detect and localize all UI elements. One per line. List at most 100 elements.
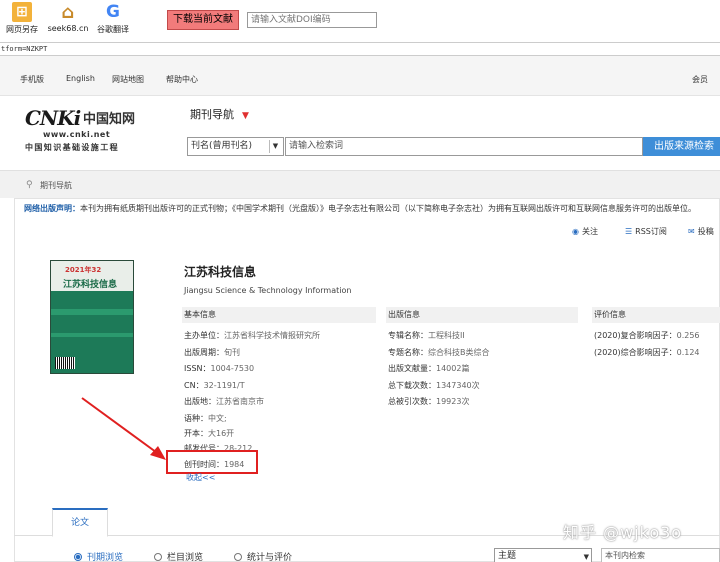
journal-nav-menu[interactable]: 期刊导航 ▼ bbox=[190, 106, 249, 122]
doi-input[interactable] bbox=[247, 12, 377, 28]
download-current-button[interactable]: 下载当前文献 bbox=[167, 10, 239, 30]
url-bar[interactable]: tform=NZKPT bbox=[0, 42, 720, 56]
founded-highlight-box bbox=[166, 450, 258, 474]
radio-label: 刊期浏览 bbox=[87, 553, 124, 562]
collapse-link[interactable]: 收起<< bbox=[186, 472, 215, 483]
field-value: 工程科技II bbox=[428, 331, 465, 340]
field-key: 出版地： bbox=[184, 397, 216, 406]
chevron-down-icon: ▼ bbox=[269, 140, 281, 153]
field-value: 中文; bbox=[208, 414, 227, 423]
cover-stripe bbox=[51, 309, 133, 315]
field-topic: 专题名称：综合科技B类综合 bbox=[388, 347, 490, 358]
field-composite-if: (2020)复合影响因子：0.256 bbox=[594, 330, 700, 341]
field-downloads: 总下载次数：1347340次 bbox=[388, 380, 480, 391]
field-key: (2020)复合影响因子： bbox=[594, 331, 677, 340]
google-icon: G bbox=[103, 2, 123, 22]
journal-nav-label: 期刊导航 bbox=[190, 108, 234, 121]
follow-button[interactable]: ◉ 关注 bbox=[572, 226, 598, 237]
field-sponsor: 主办单位：江苏省科学技术情报研究所 bbox=[184, 330, 320, 341]
breadcrumb-journal-nav[interactable]: 期刊导航 bbox=[40, 180, 72, 191]
rss-label: RSS订阅 bbox=[635, 227, 667, 236]
field-value: 大16开 bbox=[208, 429, 235, 438]
notice-text: 本刊为拥有纸质期刊出版许可的正式刊物；《中国学术期刊（光盘版）》电子杂志社有限公… bbox=[80, 204, 696, 213]
radio-stats-eval[interactable]: 统计与评价 bbox=[234, 550, 292, 562]
field-key: 出版周期： bbox=[184, 348, 224, 357]
topic-select-value: 主题 bbox=[498, 551, 517, 561]
toolbar-save-page-label: 网页另存 bbox=[6, 25, 38, 34]
field-key: 专题名称： bbox=[388, 348, 428, 357]
field-cn: CN：32-1191/T bbox=[184, 380, 245, 391]
source-search-button[interactable]: 出版来源检索 bbox=[643, 137, 720, 156]
logo-url: www.cnki.net bbox=[43, 130, 111, 139]
breadcrumb: ⚲ 期刊导航 bbox=[0, 170, 720, 198]
radio-icon bbox=[234, 553, 242, 561]
field-value: 0.256 bbox=[676, 331, 700, 340]
chevron-down-icon: ▼ bbox=[583, 553, 589, 561]
logo-cn: 中国知网 bbox=[83, 112, 136, 127]
search-input[interactable]: 请输入检索词 bbox=[285, 137, 643, 156]
submit-label: 投稿 bbox=[697, 227, 714, 236]
tab-papers[interactable]: 论文 bbox=[52, 508, 108, 537]
journal-title: 江苏科技信息 bbox=[184, 265, 257, 279]
field-value: 江苏省南京市 bbox=[216, 397, 264, 406]
journal-cover[interactable]: 2021年32 江苏科技信息 bbox=[50, 260, 134, 374]
radio-column-browse[interactable]: 栏目浏览 bbox=[154, 550, 203, 562]
nav-member[interactable]: 会员 bbox=[692, 74, 708, 85]
field-value: 综合科技B类综合 bbox=[428, 348, 490, 357]
barcode-icon bbox=[55, 357, 75, 369]
field-location: 出版地：江苏省南京市 bbox=[184, 396, 264, 407]
field-period: 出版周期：旬刊 bbox=[184, 347, 240, 358]
field-format: 开本：大16开 bbox=[184, 428, 234, 439]
radio-label: 栏目浏览 bbox=[167, 553, 204, 562]
toolbar-seek68[interactable]: ⌂ seek68.cn bbox=[46, 2, 90, 34]
field-value: 1004-7530 bbox=[210, 364, 255, 373]
field-value: 14002篇 bbox=[436, 364, 470, 373]
field-comprehensive-if: (2020)综合影响因子：0.124 bbox=[594, 347, 700, 358]
toolbar-seek68-label: seek68.cn bbox=[47, 24, 89, 33]
field-key: (2020)综合影响因子： bbox=[594, 348, 677, 357]
radio-icon bbox=[154, 553, 162, 561]
field-issn: ISSN：1004-7530 bbox=[184, 363, 254, 374]
field-value: 1347340次 bbox=[436, 381, 480, 390]
field-value: 旬刊 bbox=[224, 348, 240, 357]
notice-label: 网络出版声明： bbox=[24, 204, 80, 213]
field-article-count: 出版文献量：14002篇 bbox=[388, 363, 469, 374]
cnki-logo[interactable]: CNKi 中国知网 www.cnki.net 中国知识基础设施工程 bbox=[25, 106, 155, 156]
nav-mobile[interactable]: 手机版 bbox=[20, 74, 44, 85]
site-header: CNKi 中国知网 www.cnki.net 中国知识基础设施工程 期刊导航 ▼ … bbox=[0, 96, 720, 168]
radio-issue-browse[interactable]: 刊期浏览 bbox=[74, 550, 123, 562]
nav-help[interactable]: 帮助中心 bbox=[166, 74, 198, 85]
field-key: CN： bbox=[184, 381, 204, 390]
logo-tagline: 中国知识基础设施工程 bbox=[25, 142, 119, 152]
eval-info-heading: 评价信息 bbox=[592, 307, 720, 323]
watermark: 知乎 @wjko3o bbox=[563, 523, 683, 542]
cover-title: 江苏科技信息 bbox=[63, 280, 118, 290]
logo-main: CNKi bbox=[25, 106, 81, 130]
submit-button[interactable]: ✉ 投稿 bbox=[688, 226, 714, 237]
field-value: 0.124 bbox=[676, 348, 700, 357]
home-icon: ⌂ bbox=[58, 2, 78, 23]
field-album: 专辑名称：工程科技II bbox=[388, 330, 465, 341]
toolbar-google-translate[interactable]: G 谷歌翻译 bbox=[91, 2, 135, 35]
rss-button[interactable]: ☰ RSS订阅 bbox=[625, 226, 667, 237]
topic-select[interactable]: 主题 ▼ bbox=[494, 548, 592, 562]
toolbar-save-page[interactable]: ⊞ 网页另存 bbox=[0, 2, 44, 35]
field-key: 出版文献量： bbox=[388, 364, 436, 373]
search-within-input[interactable]: 本刊内检索 bbox=[601, 548, 720, 562]
radio-selected-icon bbox=[74, 553, 82, 561]
field-key: ISSN： bbox=[184, 364, 211, 373]
field-key: 总下载次数： bbox=[388, 381, 436, 390]
nav-english[interactable]: English bbox=[66, 74, 95, 83]
follow-label: 关注 bbox=[581, 227, 598, 236]
save-page-icon: ⊞ bbox=[12, 2, 32, 22]
caret-down-icon: ▼ bbox=[242, 111, 249, 121]
search-field-value: 刊名(曾用刊名) bbox=[191, 141, 253, 151]
browser-toolbar: ⊞ 网页另存 ⌂ seek68.cn G 谷歌翻译 下载当前文献 bbox=[0, 0, 720, 42]
field-key: 总被引次数： bbox=[388, 397, 436, 406]
mail-icon: ✉ bbox=[688, 227, 695, 236]
pub-info-heading: 出版信息 bbox=[386, 307, 578, 323]
journal-title-en: Jiangsu Science & Technology Information bbox=[184, 286, 352, 295]
search-field-select[interactable]: 刊名(曾用刊名) ▼ bbox=[187, 137, 284, 156]
publication-notice: 网络出版声明：本刊为拥有纸质期刊出版许可的正式刊物；《中国学术期刊（光盘版）》电… bbox=[24, 204, 720, 214]
nav-sitemap[interactable]: 网站地图 bbox=[112, 74, 144, 85]
